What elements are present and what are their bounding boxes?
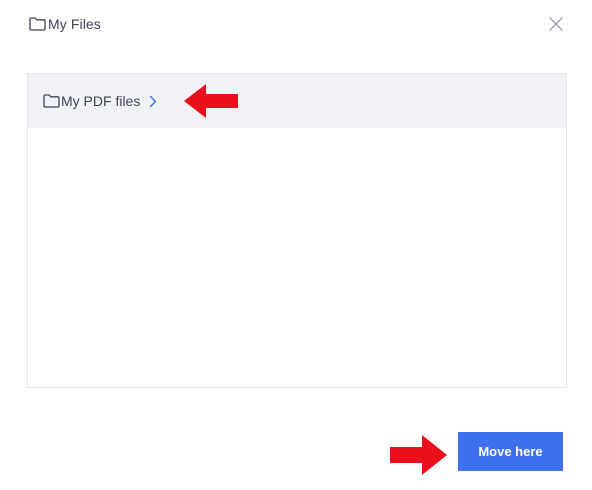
red-arrow-icon	[390, 435, 447, 475]
folder-icon	[42, 93, 60, 109]
chevron-right-icon[interactable]	[148, 94, 158, 108]
move-here-button[interactable]: Move here	[458, 432, 563, 471]
dialog-header: My Files	[28, 14, 101, 34]
move-file-dialog: My Files My PDF files Move here	[0, 0, 592, 490]
folder-item-label: My PDF files	[61, 93, 141, 109]
close-icon[interactable]	[549, 17, 563, 31]
dialog-title: My Files	[48, 16, 101, 32]
folder-item-my-pdf-files[interactable]: My PDF files	[28, 74, 566, 128]
folder-list-panel: My PDF files	[27, 73, 567, 388]
red-arrow-icon	[184, 84, 238, 118]
folder-icon	[28, 16, 46, 32]
close-button[interactable]	[546, 14, 566, 34]
